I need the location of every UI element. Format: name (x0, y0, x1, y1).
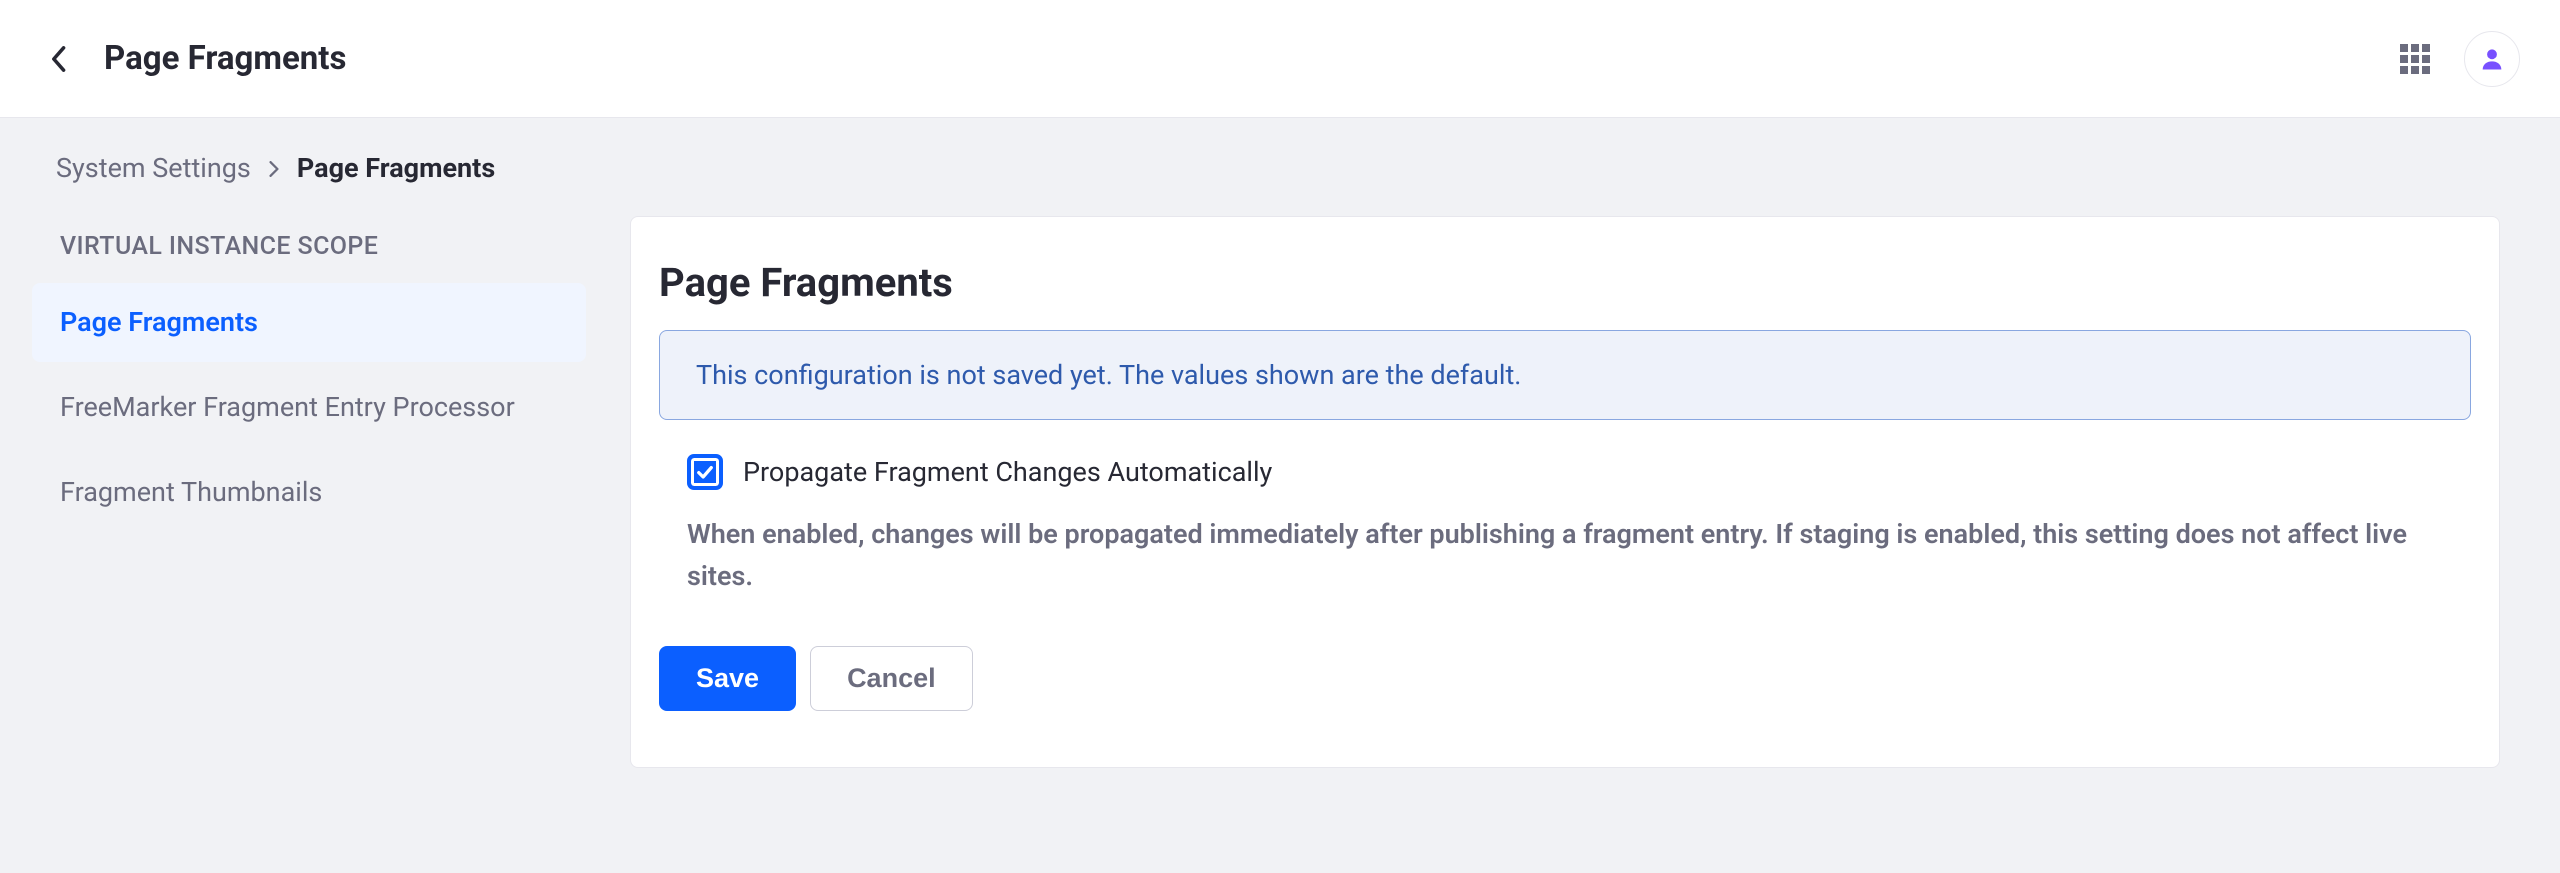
propagate-description: When enabled, changes will be propagated… (659, 514, 2471, 598)
propagate-checkbox[interactable] (687, 454, 723, 490)
sidebar: VIRTUAL INSTANCE SCOPE Page Fragments Fr… (0, 208, 630, 538)
save-button[interactable]: Save (659, 646, 796, 711)
apps-menu-button[interactable] (2400, 44, 2430, 74)
user-icon (2478, 45, 2506, 73)
panel-title: Page Fragments (659, 259, 2471, 306)
sidebar-scope-heading: VIRTUAL INSTANCE SCOPE (32, 232, 586, 283)
content-wrap: System Settings Page Fragments VIRTUAL I… (0, 118, 2560, 873)
check-icon (695, 462, 715, 482)
chevron-left-icon (49, 45, 67, 73)
main-panel: Page Fragments This configuration is not… (630, 216, 2500, 768)
breadcrumb-current: Page Fragments (297, 152, 495, 184)
sidebar-item-fragment-thumbnails[interactable]: Fragment Thumbnails (32, 453, 586, 532)
setting-row: Propagate Fragment Changes Automatically (659, 454, 2471, 490)
topbar-right (2400, 31, 2520, 87)
chevron-right-icon (269, 152, 279, 184)
actions-row: Save Cancel (659, 646, 2471, 711)
back-button[interactable] (48, 49, 68, 69)
cancel-button[interactable]: Cancel (810, 646, 973, 711)
page-title: Page Fragments (104, 39, 346, 78)
below-header: System Settings Page Fragments VIRTUAL I… (0, 118, 2560, 873)
breadcrumb: System Settings Page Fragments (0, 118, 2560, 208)
columns: VIRTUAL INSTANCE SCOPE Page Fragments Fr… (0, 208, 2560, 768)
topbar-left: Page Fragments (48, 39, 346, 78)
propagate-label: Propagate Fragment Changes Automatically (743, 456, 1272, 488)
breadcrumb-root-link[interactable]: System Settings (56, 152, 251, 184)
user-avatar-button[interactable] (2464, 31, 2520, 87)
sidebar-item-page-fragments[interactable]: Page Fragments (32, 283, 586, 362)
sidebar-item-freemarker[interactable]: FreeMarker Fragment Entry Processor (32, 368, 586, 447)
top-bar: Page Fragments (0, 0, 2560, 118)
info-alert: This configuration is not saved yet. The… (659, 330, 2471, 420)
apps-grid-icon (2400, 44, 2430, 74)
